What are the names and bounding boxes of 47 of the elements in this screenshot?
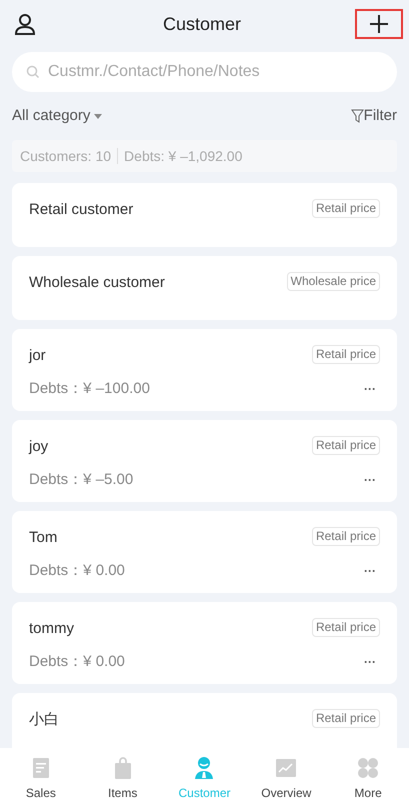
search-field[interactable]: Custmr./Contact/Phone/Notes — [12, 52, 397, 92]
customer-name: tommy — [29, 619, 74, 639]
search-icon — [26, 65, 40, 79]
more-button[interactable]: ··· — [364, 652, 380, 671]
debts-total: Debts: ¥ –1,092.00 — [124, 146, 242, 166]
customer-card[interactable]: Wholesale customer Wholesale price — [12, 256, 397, 320]
debts-amount: Debts：¥ –100.00 — [29, 378, 150, 398]
customer-card[interactable]: Retail customer Retail price — [12, 183, 397, 247]
customer-name: Retail customer — [29, 200, 134, 220]
customer-name: Wholesale customer — [29, 273, 165, 293]
debts-amount: Debts：¥ 0.00 — [29, 652, 125, 672]
more-button[interactable]: ··· — [364, 470, 380, 489]
customer-name: joy — [29, 437, 48, 457]
customer-name: jor — [29, 346, 46, 366]
filter-button[interactable]: Filter — [350, 104, 397, 128]
customer-card[interactable]: tommy Retail price Debts：¥ 0.00 ··· — [12, 602, 397, 684]
price-tag: Retail price — [312, 436, 380, 455]
customer-name: 小白 — [29, 710, 59, 730]
category-dropdown[interactable]: All category — [12, 104, 102, 128]
debts-amount: Debts：¥ 0.00 — [29, 560, 125, 580]
caret-icon — [94, 114, 102, 118]
debts-amount: Debts：¥ –5.00 — [29, 470, 134, 490]
plus-icon — [369, 14, 389, 34]
customer-card[interactable]: jor Retail price Debts：¥ –100.00 ··· — [12, 329, 397, 411]
chart-icon — [274, 756, 298, 780]
customer-count: Customers: 10 — [20, 146, 112, 166]
add-button[interactable] — [355, 9, 403, 39]
price-tag: Retail price — [312, 618, 380, 637]
price-tag: Wholesale price — [286, 272, 380, 291]
more-button[interactable]: ··· — [364, 380, 380, 398]
tab[interactable]: More — [327, 748, 409, 810]
customer-card[interactable]: 小白 Retail price — [12, 693, 397, 748]
price-tag: Retail price — [312, 709, 380, 728]
grid-icon — [356, 756, 380, 780]
customer-card[interactable]: joy Retail price Debts：¥ –5.00 ··· — [12, 420, 397, 502]
more-button[interactable]: ··· — [364, 562, 380, 580]
user-icon[interactable] — [13, 12, 37, 36]
customer-card[interactable]: Tom Retail price Debts：¥ 0.00 ··· — [12, 511, 397, 593]
price-tag: Retail price — [312, 199, 380, 218]
funnel-icon — [350, 109, 364, 123]
price-tag: Retail price — [312, 527, 380, 546]
page-title: Customer — [162, 12, 242, 36]
tab[interactable]: Items — [82, 748, 164, 810]
price-tag: Retail price — [312, 345, 380, 364]
tab[interactable]: Sales — [0, 748, 82, 810]
customer-name: Tom — [29, 528, 58, 548]
tab[interactable]: Overview — [245, 748, 328, 810]
